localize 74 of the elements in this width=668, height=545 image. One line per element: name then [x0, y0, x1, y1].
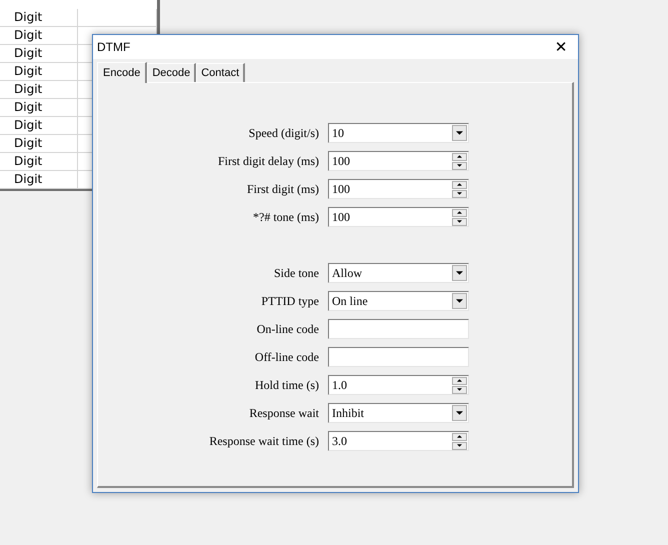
table-cell: Digit [0, 135, 78, 153]
field-value: On line [331, 294, 369, 308]
field-label: *?# tone (ms) [252, 210, 319, 224]
table-cell: Digit [0, 45, 78, 63]
table-cell: Digit [0, 99, 78, 117]
close-button[interactable]: ✕ [546, 35, 576, 59]
field-label: Off-line code [254, 350, 319, 364]
dropdown-button[interactable] [452, 125, 467, 141]
field-value: 10 [331, 126, 345, 140]
up-arrow-icon [457, 155, 462, 158]
tab[interactable]: Decode [147, 63, 196, 82]
field-label: Hold time (s) [254, 378, 319, 392]
down-arrow-icon [457, 192, 462, 195]
tab[interactable]: Encode [97, 62, 148, 83]
spin-down-button[interactable] [452, 386, 467, 394]
spin-down-button[interactable] [452, 218, 467, 226]
field-value: 100 [331, 210, 351, 224]
field-label: Response wait [248, 406, 319, 420]
field-value: 100 [331, 182, 351, 196]
spin-up-button[interactable] [452, 208, 467, 216]
dropdown-field[interactable]: 10 [328, 123, 469, 143]
table-cell: Digit [0, 81, 78, 99]
field-value: Inhibit [331, 406, 365, 420]
spin-up-button[interactable] [452, 152, 467, 160]
down-arrow-icon [456, 131, 463, 135]
spin-up-button[interactable] [452, 432, 467, 440]
up-arrow-icon [457, 435, 462, 438]
spinner-field[interactable]: 100 [328, 179, 469, 199]
spinner-field[interactable]: 1.0 [328, 375, 469, 395]
field-label: Speed (digit/s) [248, 126, 319, 140]
field-label: Response wait time (s) [208, 434, 319, 448]
window-title: DTMF [97, 40, 130, 54]
field-value: Allow [331, 266, 363, 280]
field-label: Side tone [273, 266, 319, 280]
input-field[interactable] [328, 319, 469, 339]
field-label: First digit (ms) [246, 182, 319, 196]
down-arrow-icon [457, 220, 462, 223]
spin-up-button[interactable] [452, 180, 467, 188]
spin-down-button[interactable] [452, 162, 467, 170]
up-arrow-icon [457, 183, 462, 186]
table-cell: Digit [0, 171, 78, 189]
field-label: On-line code [256, 322, 319, 336]
dropdown-button[interactable] [452, 405, 467, 421]
spinner-field[interactable]: 100 [328, 207, 469, 227]
table-cell: Digit [0, 63, 78, 81]
down-arrow-icon [457, 164, 462, 167]
spinner-field[interactable]: 3.0 [328, 431, 469, 451]
down-arrow-icon [457, 388, 462, 391]
dropdown-field[interactable]: Inhibit [328, 403, 469, 423]
spinner-field[interactable]: 100 [328, 151, 469, 171]
field-value: 1.0 [331, 378, 348, 392]
field-value: 100 [331, 154, 351, 168]
down-arrow-icon [457, 444, 462, 447]
table-cell: Digit [0, 117, 78, 135]
spin-down-button[interactable] [452, 190, 467, 198]
field-label: First digit delay (ms) [217, 154, 319, 168]
spin-up-button[interactable] [452, 376, 467, 384]
field-label: PTTID type [260, 294, 319, 308]
dropdown-button[interactable] [452, 293, 467, 309]
field-value: 3.0 [331, 434, 348, 448]
tab[interactable]: Contact [196, 63, 246, 82]
down-arrow-icon [456, 271, 463, 275]
table-cell: Digit [0, 9, 78, 27]
up-arrow-icon [457, 379, 462, 382]
dropdown-field[interactable]: Allow [328, 263, 469, 283]
table-cell: Digit [0, 153, 78, 171]
down-arrow-icon [456, 299, 463, 303]
down-arrow-icon [456, 411, 463, 415]
dropdown-field[interactable]: On line [328, 291, 469, 311]
dropdown-button[interactable] [452, 265, 467, 281]
spin-down-button[interactable] [452, 442, 467, 450]
up-arrow-icon [457, 211, 462, 214]
table-cell: Digit [0, 27, 78, 45]
input-field[interactable] [328, 347, 469, 367]
